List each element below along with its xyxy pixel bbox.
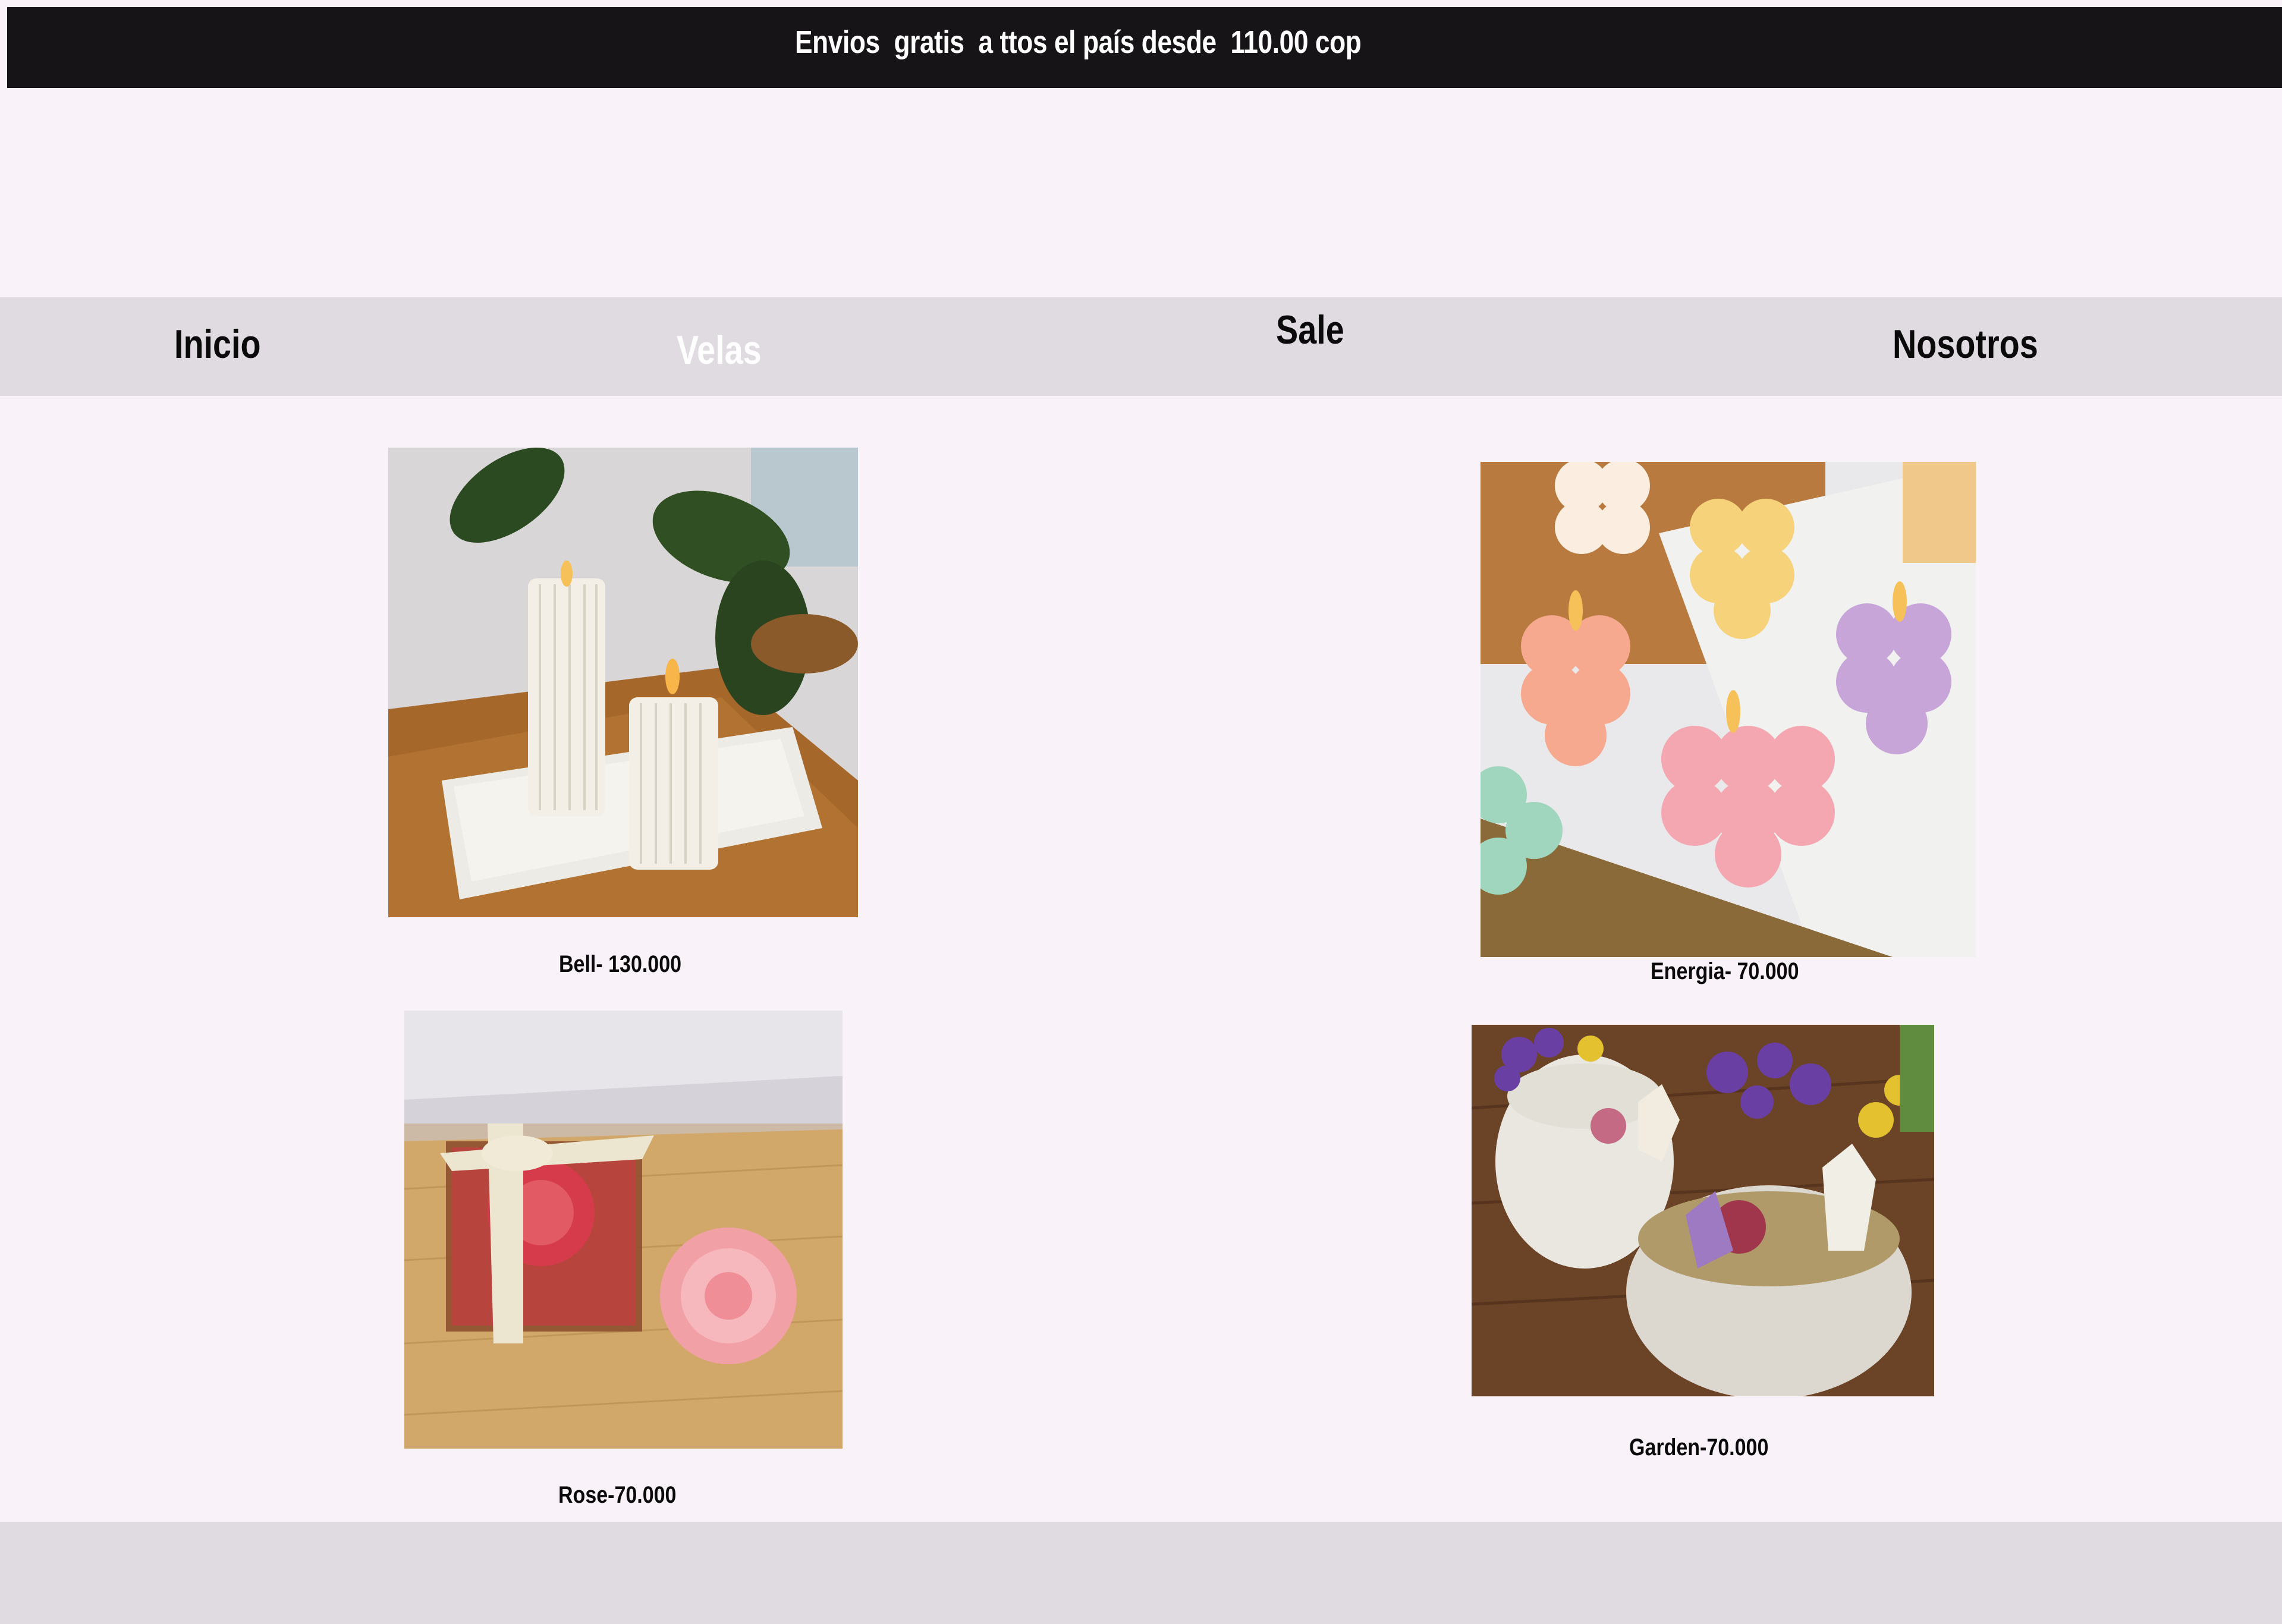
product-label-bell[interactable]: Bell- 130.000: [559, 951, 681, 978]
product-image-energia[interactable]: [1481, 462, 1976, 957]
main-nav: Inicio Velas Sale Nosotros: [0, 297, 2282, 396]
product-image-garden[interactable]: [1472, 1025, 1934, 1396]
announcement-text: Envios gratis a ttos el país desde 110.0…: [795, 24, 1362, 60]
nav-item-inicio[interactable]: Inicio: [174, 321, 261, 367]
product-image-bell[interactable]: [388, 448, 858, 917]
footer: [0, 1522, 2282, 1624]
nav-item-velas[interactable]: Velas: [677, 327, 762, 373]
nav-item-sale[interactable]: Sale: [1276, 307, 1344, 353]
product-label-rose[interactable]: Rose-70.000: [558, 1482, 676, 1509]
announcement-banner: Envios gratis a ttos el país desde 110.0…: [7, 7, 2282, 88]
product-image-rose[interactable]: [404, 1011, 843, 1449]
product-label-garden[interactable]: Garden-70.000: [1629, 1434, 1768, 1461]
product-label-energia[interactable]: Energia- 70.000: [1651, 958, 1799, 985]
nav-item-nosotros[interactable]: Nosotros: [1893, 321, 2038, 367]
